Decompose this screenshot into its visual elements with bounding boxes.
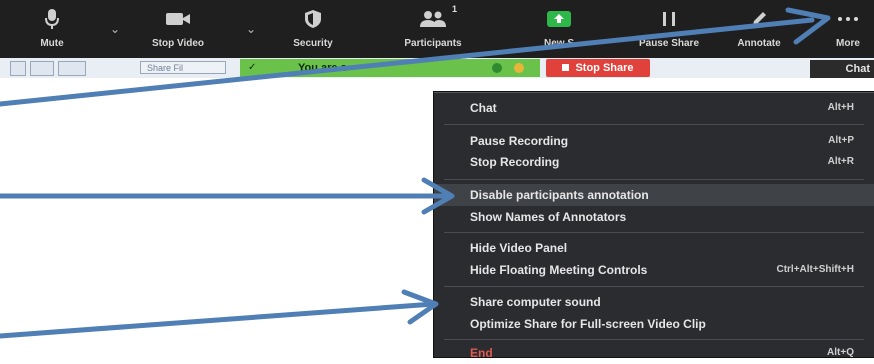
arrowhead-more-icon bbox=[785, 7, 831, 45]
arrow-to-more bbox=[0, 17, 815, 107]
arrow-to-share-sound bbox=[0, 301, 437, 339]
annotation-arrows bbox=[0, 7, 831, 339]
